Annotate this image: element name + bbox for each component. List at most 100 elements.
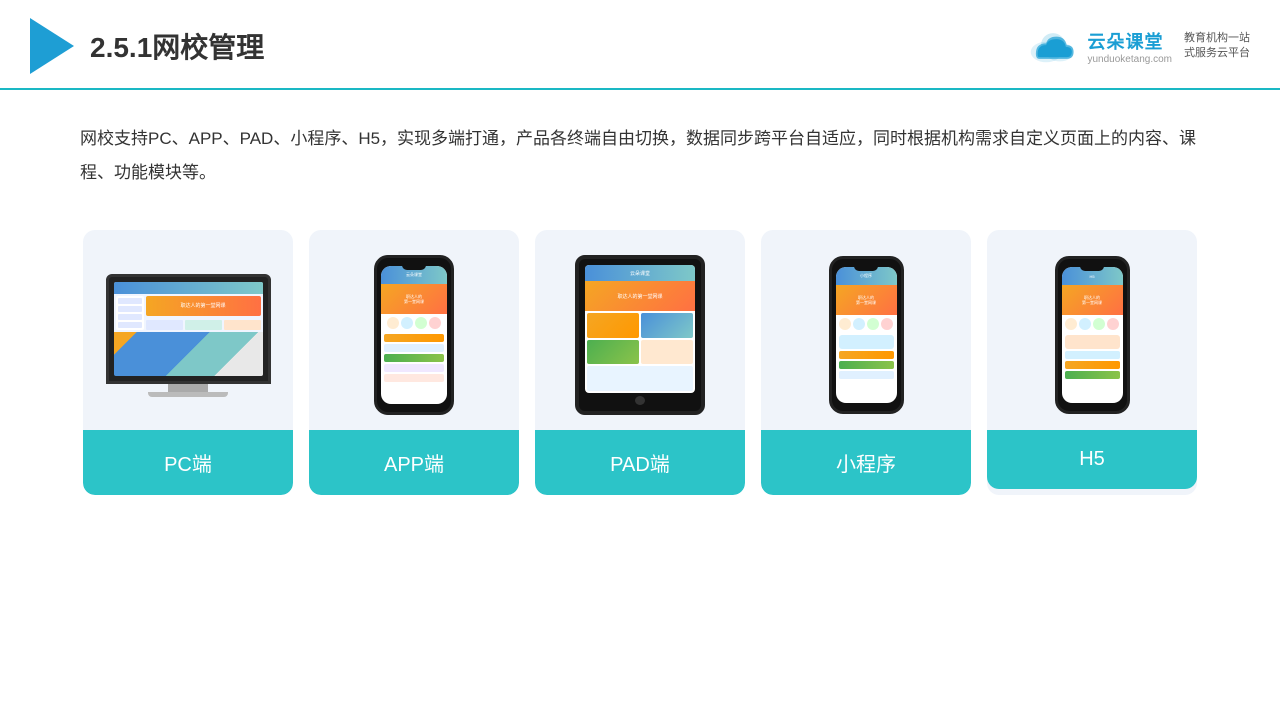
pc-bottom-card xyxy=(185,320,222,330)
phone-cards-area xyxy=(381,332,447,404)
tablet-cell xyxy=(587,366,693,391)
card-pad-image: 云朵课堂 职达人的第一堂网课 xyxy=(535,230,745,430)
card-pad: 云朵课堂 职达人的第一堂网课 PAD端 xyxy=(535,230,745,495)
tablet-top-bar: 云朵课堂 xyxy=(585,265,695,281)
phone-icons-row xyxy=(381,314,447,332)
phone-banner: 职达人的第一堂网课 xyxy=(1062,285,1123,315)
phone-banner-text: 职达人的第一堂网课 xyxy=(1082,295,1102,305)
card-miniprogram-label: 小程序 xyxy=(761,430,971,495)
phone-icons-row xyxy=(1062,315,1123,333)
phone-cards-area xyxy=(1062,333,1123,403)
brand-text: 云朵课堂 yunduoketang.com xyxy=(1087,28,1172,65)
pc-sidebar-item xyxy=(118,322,142,328)
pc-bottom-card xyxy=(224,320,261,330)
pc-sidebar xyxy=(116,296,144,330)
phone-icon xyxy=(1107,318,1119,330)
tablet-content xyxy=(585,311,695,393)
phone-icon xyxy=(415,317,427,329)
pc-body: 职达人的第一堂网课 xyxy=(114,294,263,332)
h5-phone-mockup: H5 职达人的第一堂网课 xyxy=(1055,256,1130,414)
card-app: 云朵课堂 职达人的第一堂网课 xyxy=(309,230,519,495)
tablet-home-button xyxy=(635,396,645,405)
phone-card-row xyxy=(839,361,894,369)
phone-icon xyxy=(429,317,441,329)
phone-card-row xyxy=(839,335,894,349)
tablet-screen: 云朵课堂 职达人的第一堂网课 xyxy=(585,265,695,393)
phone-card-row xyxy=(839,351,894,359)
pc-screen-outer: 职达人的第一堂网课 xyxy=(106,274,271,384)
card-miniprogram: 小程序 职达人的第一堂网课 xyxy=(761,230,971,495)
card-pad-label: PAD端 xyxy=(535,430,745,495)
phone-screen: 小程序 职达人的第一堂网课 xyxy=(836,267,897,403)
page-title: 2.5.1网校管理 xyxy=(90,26,264,66)
card-h5-label: H5 xyxy=(987,430,1197,489)
phone-notch xyxy=(402,264,426,270)
pc-bottom-card xyxy=(146,320,183,330)
pc-main-top: 职达人的第一堂网课 xyxy=(146,296,261,316)
phone-banner: 职达人的第一堂网课 xyxy=(381,284,447,314)
tablet-cell xyxy=(587,313,639,338)
tablet-banner: 职达人的第一堂网课 xyxy=(585,281,695,311)
pc-sidebar-item xyxy=(118,306,142,312)
phone-cards-area xyxy=(836,333,897,403)
cards-container: 职达人的第一堂网课 xyxy=(0,210,1280,515)
tablet-cell xyxy=(641,313,693,338)
card-h5: H5 职达人的第一堂网课 xyxy=(987,230,1197,495)
phone-card-row xyxy=(1065,371,1120,379)
phone-card-row xyxy=(384,354,444,362)
phone-banner: 职达人的第一堂网课 xyxy=(836,285,897,315)
cloud-icon xyxy=(1027,28,1079,64)
phone-icon xyxy=(881,318,893,330)
phone-icons-row xyxy=(836,315,897,333)
pc-bottom-row xyxy=(146,320,261,330)
phone-card-row xyxy=(384,374,444,382)
phone-notch xyxy=(854,265,878,271)
phone-card-row xyxy=(384,344,444,352)
description-paragraph: 网校支持PC、APP、PAD、小程序、H5，实现多端打通，产品各终端自由切换，数… xyxy=(80,122,1200,190)
phone-card-row xyxy=(384,364,444,372)
phone-card-row xyxy=(1065,335,1120,349)
phone-banner-text: 职达人的第一堂网课 xyxy=(404,294,424,304)
pc-main: 职达人的第一堂网课 xyxy=(146,296,261,330)
logo-triangle-icon xyxy=(30,18,74,74)
brand-name: 云朵课堂 xyxy=(1087,28,1163,54)
phone-icon xyxy=(867,318,879,330)
card-pc-image: 职达人的第一堂网课 xyxy=(83,230,293,430)
pc-screen-inner: 职达人的第一堂网课 xyxy=(114,282,263,376)
phone-card-row xyxy=(839,371,894,379)
phone-icon xyxy=(401,317,413,329)
description-text: 网校支持PC、APP、PAD、小程序、H5，实现多端打通，产品各终端自由切换，数… xyxy=(0,90,1280,210)
phone-icon xyxy=(1093,318,1105,330)
card-app-image: 云朵课堂 职达人的第一堂网课 xyxy=(309,230,519,430)
brand-url: yunduoketang.com xyxy=(1087,54,1172,65)
card-h5-image: H5 职达人的第一堂网课 xyxy=(987,230,1197,430)
header-left: 2.5.1网校管理 xyxy=(30,18,264,74)
phone-banner-text: 职达人的第一堂网课 xyxy=(856,295,876,305)
miniprogram-phone-mockup: 小程序 职达人的第一堂网课 xyxy=(829,256,904,414)
card-miniprogram-image: 小程序 职达人的第一堂网课 xyxy=(761,230,971,430)
phone-icon xyxy=(839,318,851,330)
phone-icon xyxy=(387,317,399,329)
phone-card-row xyxy=(1065,351,1120,359)
phone-icon xyxy=(1079,318,1091,330)
pc-sidebar-item xyxy=(118,314,142,320)
card-pc-label: PC端 xyxy=(83,430,293,495)
pc-top-bar xyxy=(114,282,263,294)
phone-icon xyxy=(1065,318,1077,330)
pc-stand xyxy=(168,384,208,392)
pc-sidebar-item xyxy=(118,298,142,304)
card-pc: 职达人的第一堂网课 xyxy=(83,230,293,495)
page-header: 2.5.1网校管理 云朵课堂 yunduoketang.com 教育机构一站 式… xyxy=(0,0,1280,90)
card-app-label: APP端 xyxy=(309,430,519,495)
phone-card-row xyxy=(1065,361,1120,369)
brand-slogan: 教育机构一站 式服务云平台 xyxy=(1184,31,1250,62)
phone-screen: H5 职达人的第一堂网课 xyxy=(1062,267,1123,403)
phone-notch xyxy=(1080,265,1104,271)
app-phone-mockup: 云朵课堂 职达人的第一堂网课 xyxy=(374,255,454,415)
brand-logo: 云朵课堂 yunduoketang.com 教育机构一站 式服务云平台 xyxy=(1027,28,1250,65)
phone-screen: 云朵课堂 职达人的第一堂网课 xyxy=(381,266,447,404)
phone-card-row xyxy=(384,334,444,342)
pc-base xyxy=(148,392,228,397)
pc-mockup: 职达人的第一堂网课 xyxy=(106,274,271,397)
tablet-cell xyxy=(587,340,639,365)
